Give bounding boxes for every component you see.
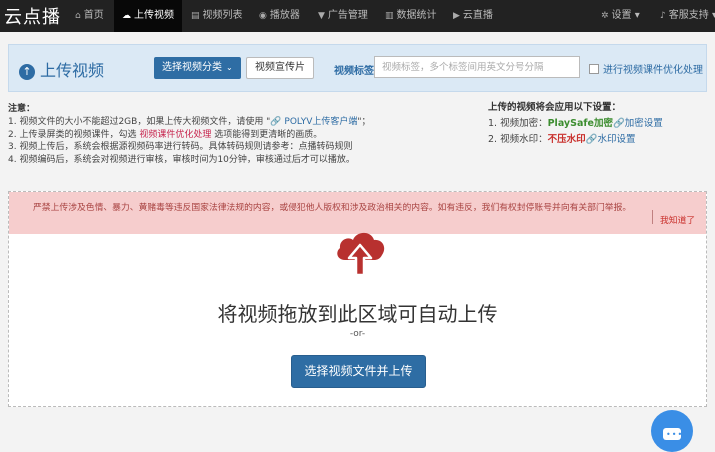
courseware-optimize-highlight: 视频课件优化处理: [139, 129, 212, 140]
nav-item-label: 上传视频: [134, 10, 174, 21]
warning-divider: [652, 210, 653, 224]
tag-label: 视频标签: [334, 66, 374, 77]
promo-video-button[interactable]: 视频宣传片: [246, 57, 314, 79]
nav-item-label: 云直播: [462, 10, 493, 21]
nav-item-label: 数据统计: [396, 10, 437, 21]
chevron-down-icon: ▾: [634, 10, 640, 21]
nav-item-player[interactable]: ◉ 播放器: [259, 0, 300, 32]
nav-item-ad-management[interactable]: ▼ 广告管理: [318, 0, 368, 32]
chart-icon: ▥: [385, 11, 394, 21]
note-text: 1. 视频文件的大小不能超过2GB，如果上传大视频文件，请使用 ": [8, 116, 271, 127]
upload-settings-summary: 上传的视频将会应用以下设置： 1. 视频加密：PlaySafe加密🔗加密设置 2…: [488, 100, 708, 148]
acknowledge-link[interactable]: 我知道了: [660, 213, 695, 226]
film-icon: ▤: [191, 11, 200, 21]
nav-item-label: 播放器: [269, 10, 300, 21]
watermark-label: 2. 视频水印：: [488, 134, 548, 145]
upload-notes: 注意： 1. 视频文件的大小不能超过2GB，如果上传大视频文件，请使用 "🔗 P…: [8, 103, 468, 167]
filter-icon: ▼: [318, 11, 325, 21]
note-line-1: 1. 视频文件的大小不能超过2GB，如果上传大视频文件，请使用 "🔗 POLYV…: [8, 116, 468, 129]
upload-drop-zone[interactable]: 严禁上传涉及色情、暴力、黄赌毒等违反国家法律法规的内容，或侵犯他人版权和涉及政治…: [8, 191, 707, 407]
nav-item-statistics[interactable]: ▥ 数据统计: [385, 0, 437, 32]
bell-icon: ♪: [660, 11, 666, 21]
polyv-client-link[interactable]: 🔗 POLYV上传客户端: [270, 117, 357, 127]
logo[interactable]: 云点播: [4, 3, 61, 29]
note-text: "；: [357, 116, 371, 127]
nav-item-label: 设置: [611, 10, 632, 21]
courseware-optimize-label: 进行视频课件优化处理: [603, 65, 703, 76]
nav-item-label: 视频列表: [202, 10, 243, 21]
watermark-settings-link[interactable]: 🔗水印设置: [586, 134, 636, 145]
video-camera-icon: ▶: [453, 11, 460, 21]
cloud-upload-icon: ↑: [19, 64, 35, 80]
encrypt-label: 1. 视频加密：: [488, 118, 548, 129]
nav-item-upload-video[interactable]: ☁ 上传视频: [114, 0, 182, 32]
note-line-3: 3. 视频上传后，系统会根据源视频码率进行转码。具体转码规则请参考：点播转码规则: [8, 142, 353, 153]
home-icon: ⌂: [75, 11, 81, 21]
play-circle-icon: ◉: [259, 11, 267, 21]
encrypt-value: PlaySafe加密: [547, 118, 613, 129]
cloud-upload-icon: [337, 232, 385, 277]
page-title: ↑ 上传视频: [19, 57, 104, 81]
note-text: 选项能得到更清晰的画质。: [211, 129, 323, 140]
gear-icon: ✲: [601, 11, 609, 21]
page-title-text: 上传视频: [40, 61, 105, 80]
watermark-setting-row: 2. 视频水印：不压水印🔗水印设置: [488, 132, 708, 148]
nav-item-home[interactable]: ⌂ 首页: [75, 0, 104, 32]
note-line-2: 2. 上传录屏类的视频课件，勾选 视频课件优化处理 选项能得到更清晰的画质。: [8, 129, 468, 142]
cloud-upload-icon: ☁: [122, 11, 131, 21]
watermark-value: 不压水印: [547, 134, 586, 145]
nav-item-label: 广告管理: [327, 10, 368, 21]
nav-item-support[interactable]: ♪ 客服支持 ▾: [660, 0, 715, 32]
tag-input[interactable]: [374, 56, 580, 78]
nav-item-label: 客服支持: [668, 10, 709, 21]
nav-item-settings[interactable]: ✲ 设置 ▾: [601, 0, 640, 32]
select-category-button[interactable]: 选择视频分类 ⌄: [154, 57, 241, 79]
select-category-label: 选择视频分类: [162, 62, 222, 73]
note-line-4: 4. 视频编码后，系统会对视频进行审核，审核时间为10分钟，审核通过后才可以播放…: [8, 155, 355, 166]
or-separator: -or-: [349, 329, 366, 339]
chat-dots: •••: [666, 430, 684, 439]
encrypt-settings-link[interactable]: 🔗加密设置: [613, 118, 663, 129]
note-text: 2. 上传录屏类的视频课件，勾选: [8, 129, 140, 140]
chat-support-button[interactable]: •••: [651, 410, 693, 452]
notes-title: 注意：: [8, 104, 36, 114]
courseware-optimize-checkbox[interactable]: [589, 64, 599, 74]
settings-title: 上传的视频将会应用以下设置：: [488, 102, 622, 113]
select-file-upload-button[interactable]: 选择视频文件并上传: [291, 355, 426, 388]
encrypt-setting-row: 1. 视频加密：PlaySafe加密🔗加密设置: [488, 116, 708, 132]
drop-instruction: 将视频拖放到此区域可自动上传: [217, 302, 498, 326]
courseware-optimize-option[interactable]: 进行视频课件优化处理: [589, 61, 703, 76]
nav-item-live[interactable]: ▶ 云直播: [453, 0, 493, 32]
nav-item-label: 首页: [83, 10, 104, 21]
upload-header-panel: ↑ 上传视频 选择视频分类 ⌄ 视频宣传片 视频标签 进行视频课件优化处理: [8, 44, 707, 92]
chevron-down-icon: ⌄: [226, 63, 233, 72]
warning-text: 严禁上传涉及色情、暴力、黄赌毒等违反国家法律法规的内容，或侵犯他人版权和涉及政治…: [33, 203, 632, 213]
top-navbar: 云点播 ⌂ 首页 ☁ 上传视频 ▤ 视频列表 ◉ 播放器 ▼ 广告管理 ▥ 数据统计 ▶ 云直…: [0, 0, 715, 32]
nav-item-video-list[interactable]: ▤ 视频列表: [191, 0, 243, 32]
